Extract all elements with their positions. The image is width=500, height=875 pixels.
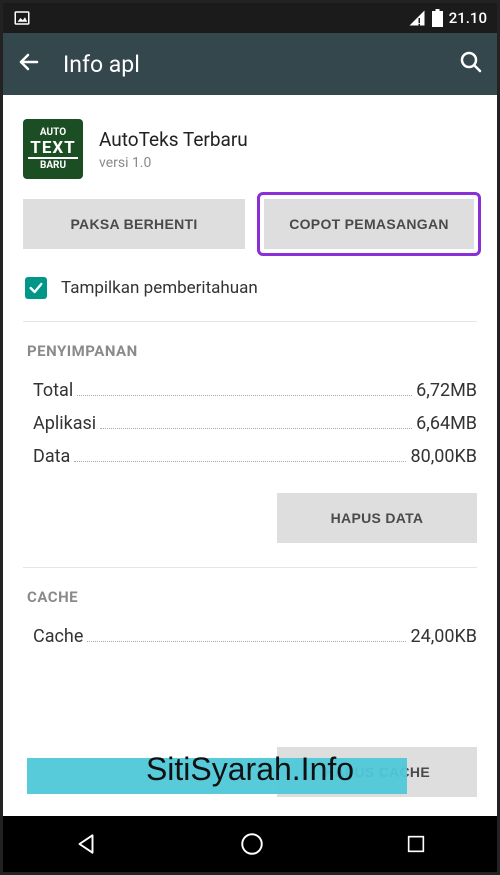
row-value: 80,00KB [410, 446, 477, 467]
status-time: 21.10 [449, 9, 487, 27]
app-bar: Info apl [3, 33, 497, 95]
uninstall-button[interactable]: COPOT PEMASANGAN [264, 199, 474, 249]
nav-back-icon[interactable] [73, 831, 99, 857]
app-icon: AUTO TEXT BARU [23, 119, 83, 179]
force-stop-button[interactable]: PAKSA BERHENTI [23, 199, 245, 249]
nav-recent-icon[interactable] [405, 833, 427, 855]
watermark-text: SitiSyarah.Info [3, 751, 497, 788]
page-title: Info apl [63, 51, 437, 78]
storage-row: Total 6,72MB [23, 374, 477, 407]
row-value: 6,64MB [416, 413, 477, 434]
storage-section-title: PENYIMPANAN [23, 332, 477, 374]
nav-home-icon[interactable] [239, 831, 265, 857]
row-label: Aplikasi [33, 413, 96, 434]
app-header: AUTO TEXT BARU AutoTeks Terbaru versi 1.… [23, 95, 477, 199]
app-version: versi 1.0 [99, 155, 248, 171]
signal-icon [408, 9, 426, 27]
app-icon-line1: AUTO [40, 127, 66, 138]
app-icon-line3: BARU [40, 160, 66, 171]
app-name: AutoTeks Terbaru [99, 128, 248, 151]
status-bar: 21.10 [3, 3, 497, 33]
uninstall-highlight: COPOT PEMASANGAN [257, 192, 481, 256]
row-label: Total [33, 380, 73, 401]
cache-section-title: CACHE [23, 578, 477, 620]
show-notifications-row[interactable]: Tampilkan pemberitahuan [23, 267, 477, 321]
back-icon[interactable] [17, 50, 41, 78]
row-label: Data [33, 446, 70, 467]
nav-bar [3, 816, 497, 872]
clear-data-button[interactable]: HAPUS DATA [277, 493, 477, 543]
storage-row: Data 80,00KB [23, 440, 477, 473]
show-notifications-label: Tampilkan pemberitahuan [61, 278, 258, 298]
row-value: 24,00KB [410, 626, 477, 647]
row-label: Cache [33, 626, 83, 647]
app-icon-line2: TEXT [28, 139, 77, 160]
search-icon[interactable] [459, 50, 483, 78]
battery-icon [432, 9, 443, 27]
image-icon [13, 9, 31, 27]
row-value: 6,72MB [416, 380, 477, 401]
checkbox-icon[interactable] [25, 277, 47, 299]
cache-row: Cache 24,00KB [23, 620, 477, 653]
storage-row: Aplikasi 6,64MB [23, 407, 477, 440]
